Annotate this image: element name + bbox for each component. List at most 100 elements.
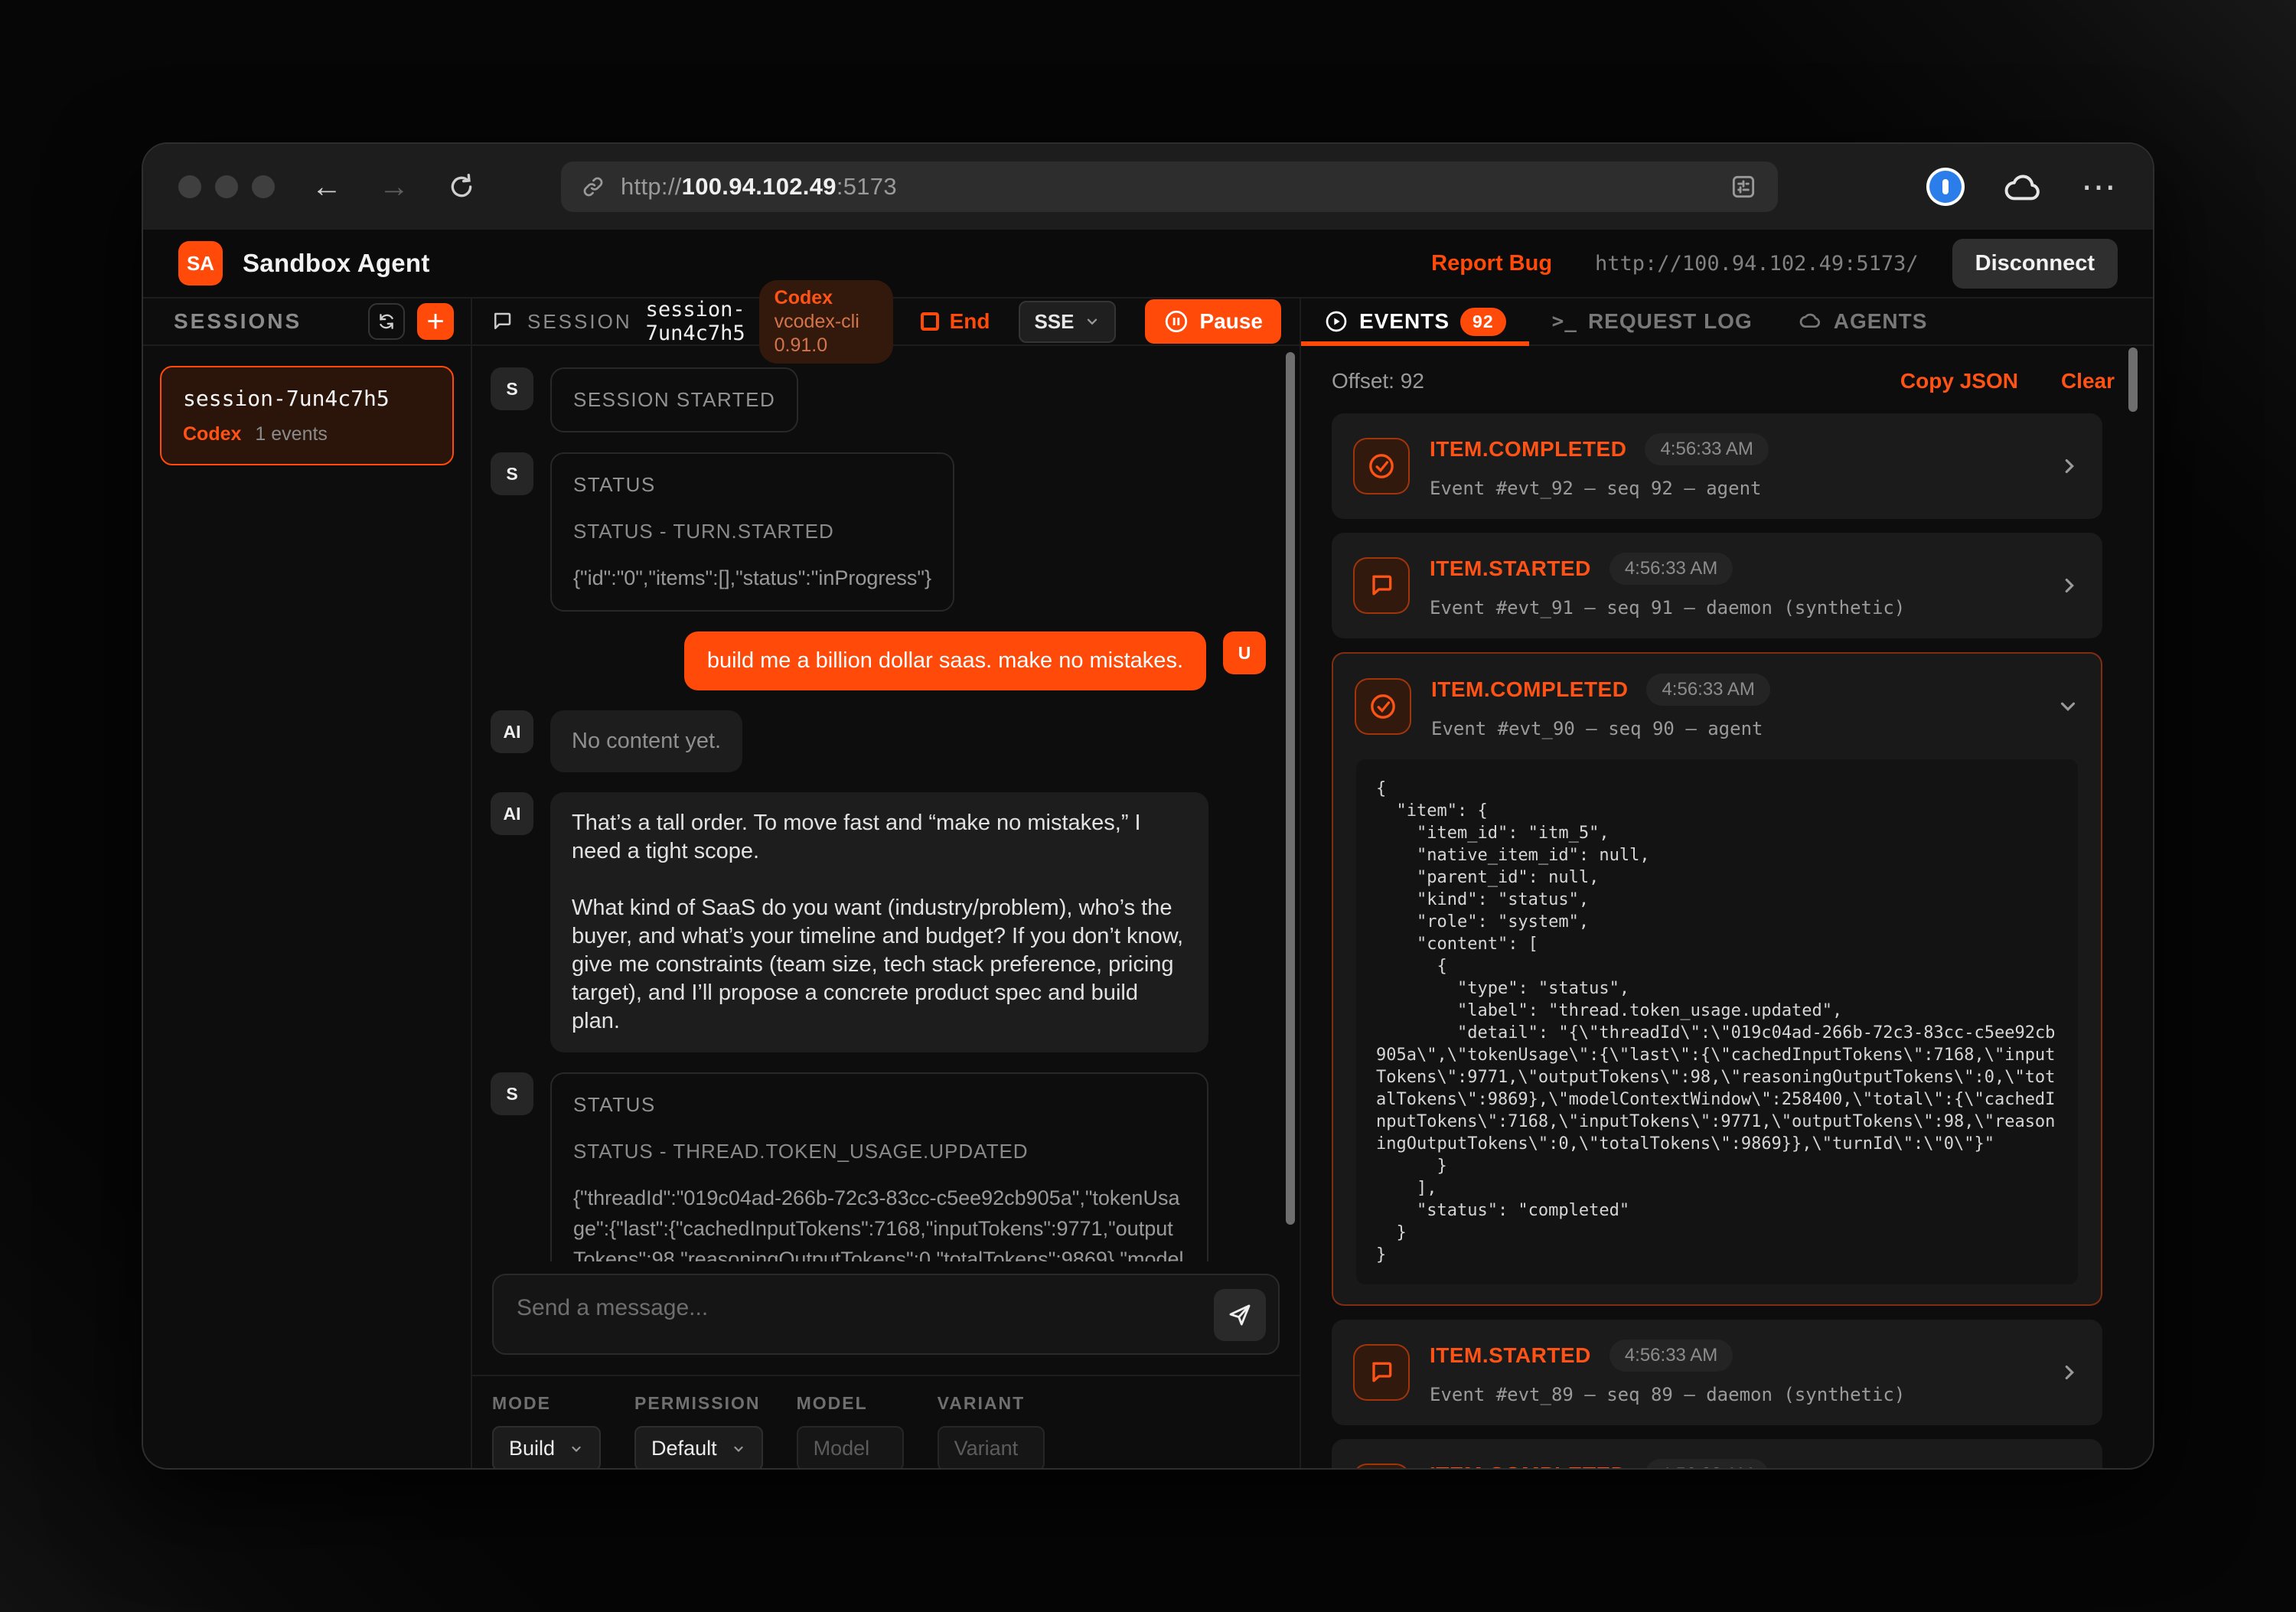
session-header: SESSION session-7un4c7h5 Codex vcodex-cl…	[472, 299, 1300, 346]
event-timestamp: 4:56:33 AM	[1646, 674, 1769, 706]
chat-message: S STATUS STATUS - THREAD.TOKEN_USAGE.UPD…	[491, 1072, 1266, 1261]
stop-icon	[921, 312, 939, 331]
play-circle-icon	[1324, 309, 1349, 334]
chevron-right-icon	[2058, 1361, 2081, 1384]
check-circle-icon	[1366, 451, 1397, 481]
event-title: ITEM.STARTED	[1430, 556, 1591, 581]
session-list-item[interactable]: session-7un4c7h5 Codex 1 events	[160, 366, 454, 465]
clear-events-button[interactable]: Clear	[2061, 369, 2115, 393]
permission-label: PERMISSION	[634, 1393, 763, 1414]
tab-request-log[interactable]: >_ REQUEST LOG	[1529, 299, 1776, 344]
password-manager-icon[interactable]	[1926, 168, 1965, 206]
link-icon	[581, 175, 605, 199]
message-avatar: AI	[491, 792, 533, 835]
send-button[interactable]	[1214, 1289, 1266, 1341]
reload-button[interactable]	[446, 171, 477, 202]
refresh-sessions-button[interactable]	[368, 303, 405, 340]
event-json-payload: { "item": { "item_id": "itm_5", "native_…	[1356, 759, 2078, 1284]
event-summary: Event #evt_92 — seq 92 — agent	[1430, 478, 2029, 499]
event-summary: Event #evt_89 — seq 89 — daemon (synthet…	[1430, 1384, 2029, 1405]
session-agent-badge: Codex	[183, 423, 241, 445]
events-scrollbar[interactable]	[2128, 348, 2138, 412]
event-timestamp: 4:56:33 AM	[1645, 1459, 1768, 1468]
message-bubble: STATUS STATUS - THREAD.TOKEN_USAGE.UPDAT…	[550, 1072, 1208, 1261]
event-card[interactable]: ITEM.STARTED 4:56:33 AM Event #evt_89 — …	[1332, 1320, 2102, 1425]
message-title: SESSION STARTED	[573, 386, 775, 414]
maximize-window-button[interactable]	[252, 175, 275, 198]
event-card[interactable]: ITEM.COMPLETED 4:56:33 AM Event #evt_92 …	[1332, 413, 2102, 519]
mode-select[interactable]: Build	[492, 1426, 601, 1470]
browser-chrome: ← → http://100.94.102.49:5173	[143, 144, 2153, 230]
reader-settings-icon[interactable]	[1729, 172, 1758, 201]
model-label: MODEL	[797, 1393, 904, 1414]
transport-select[interactable]: SSE	[1019, 301, 1115, 343]
chat-bubble-icon	[1366, 570, 1397, 601]
message-avatar: U	[1223, 631, 1266, 674]
window-controls	[178, 175, 275, 198]
event-card[interactable]: ITEM.COMPLETED 4:56:33 AM Event #evt_88 …	[1332, 1439, 2102, 1468]
tab-events[interactable]: EVENTS 92	[1301, 299, 1529, 344]
event-timestamp: 4:56:33 AM	[1645, 433, 1768, 465]
message-input[interactable]	[494, 1275, 1278, 1353]
sessions-sidebar: SESSIONS + session-7un4c7h5	[143, 299, 472, 1468]
pause-button[interactable]: Pause	[1145, 299, 1282, 344]
close-window-button[interactable]	[178, 175, 201, 198]
chat-message: S SESSION STARTED	[491, 367, 1266, 432]
cloud-icon[interactable]	[2001, 170, 2044, 204]
message-bubble: STATUS STATUS - TURN.STARTED {"id":"0","…	[550, 452, 954, 612]
message-subtitle: STATUS - TURN.STARTED	[573, 517, 931, 546]
message-bubble: SESSION STARTED	[550, 367, 798, 432]
session-label: SESSION	[527, 310, 632, 334]
address-bar[interactable]: http://100.94.102.49:5173	[561, 162, 1778, 212]
chat-message: S STATUS STATUS - TURN.STARTED {"id":"0"…	[491, 452, 1266, 612]
back-button[interactable]: ←	[311, 171, 342, 202]
session-icon	[491, 310, 514, 333]
chevron-right-icon	[2056, 695, 2079, 718]
forward-button[interactable]: →	[379, 171, 409, 202]
message-subtitle: STATUS - THREAD.TOKEN_USAGE.UPDATED	[573, 1137, 1186, 1166]
pause-icon	[1163, 308, 1189, 334]
message-text: No content yet.	[572, 727, 721, 755]
events-list[interactable]: ITEM.COMPLETED 4:56:33 AM Event #evt_92 …	[1301, 412, 2153, 1468]
offset-label: Offset: 92	[1332, 369, 1424, 393]
event-type-icon	[1353, 557, 1410, 614]
message-title: STATUS	[573, 1091, 1186, 1119]
disconnect-button[interactable]: Disconnect	[1952, 239, 2118, 289]
model-input[interactable]: Model	[797, 1426, 904, 1470]
event-card[interactable]: ITEM.COMPLETED 4:56:33 AM Event #evt_90 …	[1332, 652, 2102, 1306]
chat-column: SESSION session-7un4c7h5 Codex vcodex-cl…	[472, 299, 1301, 1468]
event-summary: Event #evt_90 — seq 90 — agent	[1431, 718, 2027, 739]
panel-tabs: EVENTS 92 >_ REQUEST LOG AGENTS	[1301, 299, 2153, 346]
mode-label: MODE	[492, 1393, 601, 1414]
message-bubble: That’s a tall order. To move fast and “m…	[550, 792, 1208, 1052]
copy-json-button[interactable]: Copy JSON	[1900, 369, 2018, 393]
check-circle-icon	[1368, 691, 1398, 722]
desktop-background: ← → http://100.94.102.49:5173	[0, 0, 2296, 1612]
minimize-window-button[interactable]	[215, 175, 238, 198]
message-avatar: S	[491, 1072, 533, 1115]
new-session-button[interactable]: +	[417, 303, 454, 340]
event-type-icon	[1353, 1464, 1410, 1468]
cloud-icon	[1799, 309, 1823, 334]
chat-transcript[interactable]: S SESSION STARTED S S	[472, 346, 1300, 1261]
server-url: http://100.94.102.49:5173/	[1595, 252, 1919, 276]
tab-agents[interactable]: AGENTS	[1776, 299, 1951, 344]
variant-input[interactable]: Variant	[938, 1426, 1045, 1470]
app-title: Sandbox Agent	[243, 249, 430, 278]
message-code: {"threadId":"019c04ad-266b-72c3-83cc-c5e…	[573, 1183, 1186, 1261]
composer-options: MODE Build PERMISSION Default	[472, 1375, 1300, 1468]
event-title: ITEM.STARTED	[1430, 1343, 1591, 1368]
event-timestamp: 4:56:33 AM	[1609, 553, 1733, 585]
permission-select[interactable]: Default	[634, 1426, 763, 1470]
event-card[interactable]: ITEM.STARTED 4:56:33 AM Event #evt_91 — …	[1332, 533, 2102, 638]
message-text: build me a billion dollar saas. make no …	[707, 647, 1183, 675]
send-icon	[1227, 1302, 1253, 1328]
chevron-down-icon	[731, 1441, 746, 1457]
chat-scrollbar[interactable]	[1286, 352, 1295, 1225]
message-bubble: No content yet.	[550, 710, 742, 772]
session-name: session-7un4c7h5	[183, 386, 431, 411]
report-bug-link[interactable]: Report Bug	[1431, 251, 1552, 276]
chevron-down-icon	[569, 1441, 584, 1457]
message-bubble: build me a billion dollar saas. make no …	[684, 631, 1206, 690]
end-session-button[interactable]: End	[921, 309, 990, 334]
